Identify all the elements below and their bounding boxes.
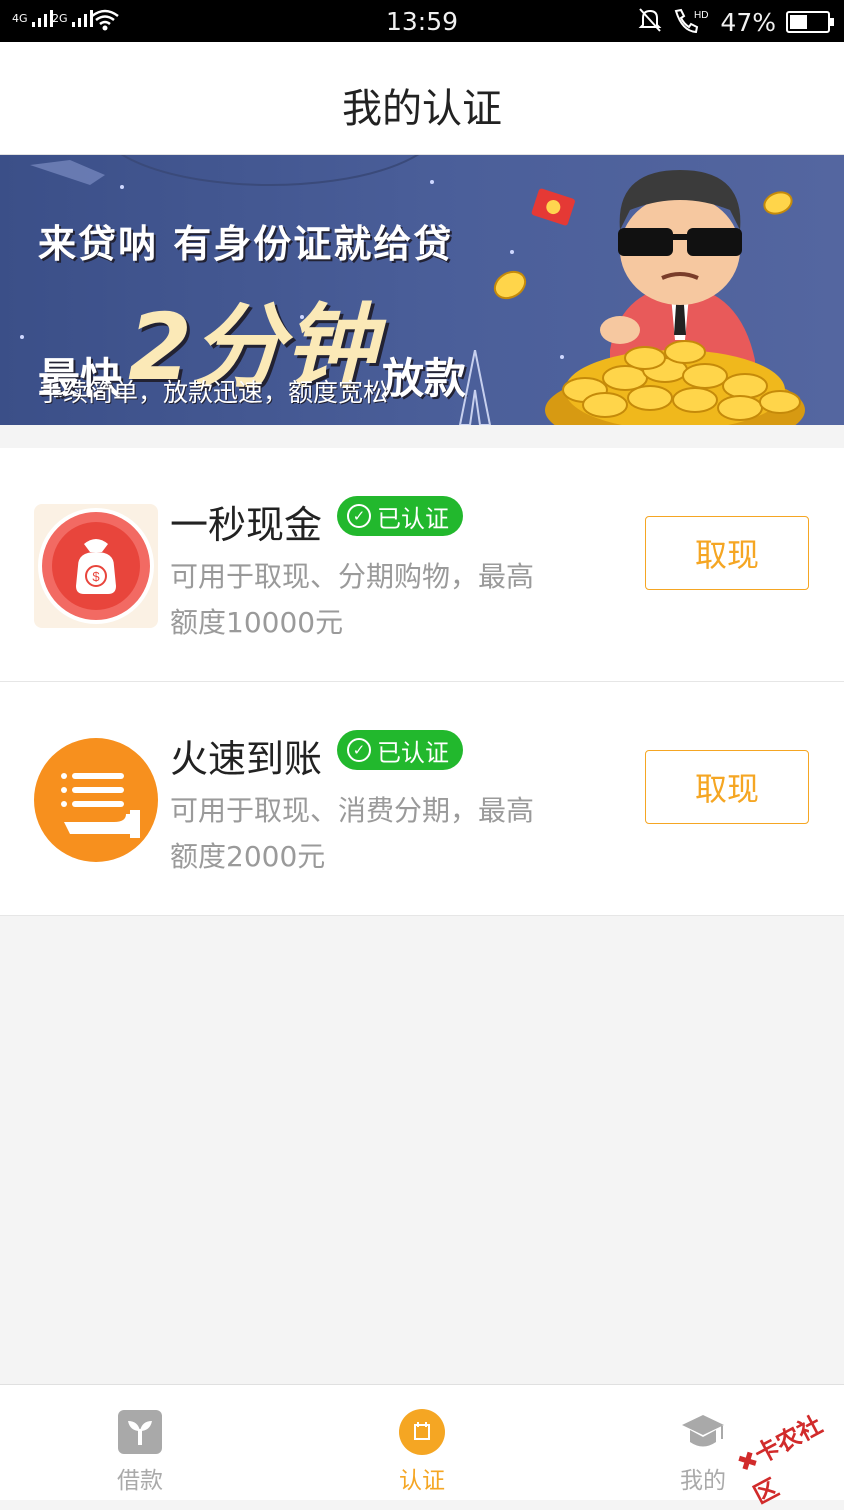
- bottom-tab-bar: 借款 认证 我的: [0, 1384, 844, 1500]
- banner-line-3: 手续简单，放款迅速，额度宽松: [38, 378, 389, 407]
- certification-list: $ 一秒现金 ✓ 已认证 可用于取现、分期购物，最高额度10000元 取现 火速…: [0, 448, 844, 916]
- floating-coin-icon-2: [763, 191, 793, 215]
- status-right: HD 47%: [638, 7, 834, 37]
- card-description: 可用于取现、分期购物，最高额度10000元: [170, 560, 535, 639]
- badge-label: 已认证: [377, 738, 449, 767]
- red-envelope-icon: [531, 188, 575, 226]
- verified-badge: ✓ 已认证: [337, 730, 463, 770]
- tab-certify[interactable]: 认证: [322, 1385, 522, 1501]
- graduation-cap-icon: [682, 1415, 724, 1447]
- gold-coins-illustration: [545, 340, 805, 425]
- svg-text:$: $: [92, 569, 100, 584]
- sprout-icon: [118, 1410, 162, 1454]
- status-bar: 4G 2G 13:59 HD 47%: [0, 0, 844, 42]
- withdraw-button[interactable]: 取现: [645, 750, 809, 824]
- check-shield-icon: ✓: [347, 504, 371, 528]
- battery-icon: [786, 11, 834, 33]
- withdraw-button[interactable]: 取现: [645, 516, 809, 590]
- battery-fill: [790, 15, 807, 29]
- tab-label: 借款: [117, 1468, 163, 1494]
- card-title: 一秒现金: [170, 503, 323, 547]
- list-item[interactable]: 火速到账 ✓ 已认证 可用于取现、消费分期，最高额度2000元 取现: [0, 682, 844, 916]
- page-title: 我的认证: [342, 86, 502, 132]
- banner-line-1: 来贷呐 有身份证就给贷: [38, 222, 454, 266]
- floating-coin-icon: [493, 270, 527, 300]
- airplane-icon: [30, 160, 105, 185]
- hd-call-icon: HD: [672, 7, 710, 37]
- card-title: 火速到账: [170, 737, 323, 781]
- svg-text:HD: HD: [694, 10, 708, 21]
- promo-banner[interactable]: 来贷呐 有身份证就给贷 最快2分钟 放款 手续简单，放款迅速，额度宽松: [0, 155, 844, 425]
- tab-label: 认证: [399, 1468, 445, 1494]
- check-shield-icon: ✓: [347, 738, 371, 762]
- battery-percent: 47%: [720, 7, 776, 37]
- planet-arc-decoration: [120, 155, 420, 186]
- page-header: 我的认证: [0, 42, 844, 155]
- tower-icon: [458, 350, 492, 425]
- verified-badge: ✓ 已认证: [337, 496, 463, 536]
- tab-borrow[interactable]: 借款: [40, 1385, 240, 1501]
- certify-icon: [399, 1409, 445, 1455]
- card-description: 可用于取现、消费分期，最高额度2000元: [170, 794, 535, 873]
- money-bag-icon: $: [34, 504, 158, 628]
- badge-label: 已认证: [377, 504, 449, 533]
- list-item[interactable]: $ 一秒现金 ✓ 已认证 可用于取现、分期购物，最高额度10000元 取现: [0, 448, 844, 682]
- mute-bell-icon: [638, 7, 662, 37]
- hand-list-icon: [34, 738, 158, 862]
